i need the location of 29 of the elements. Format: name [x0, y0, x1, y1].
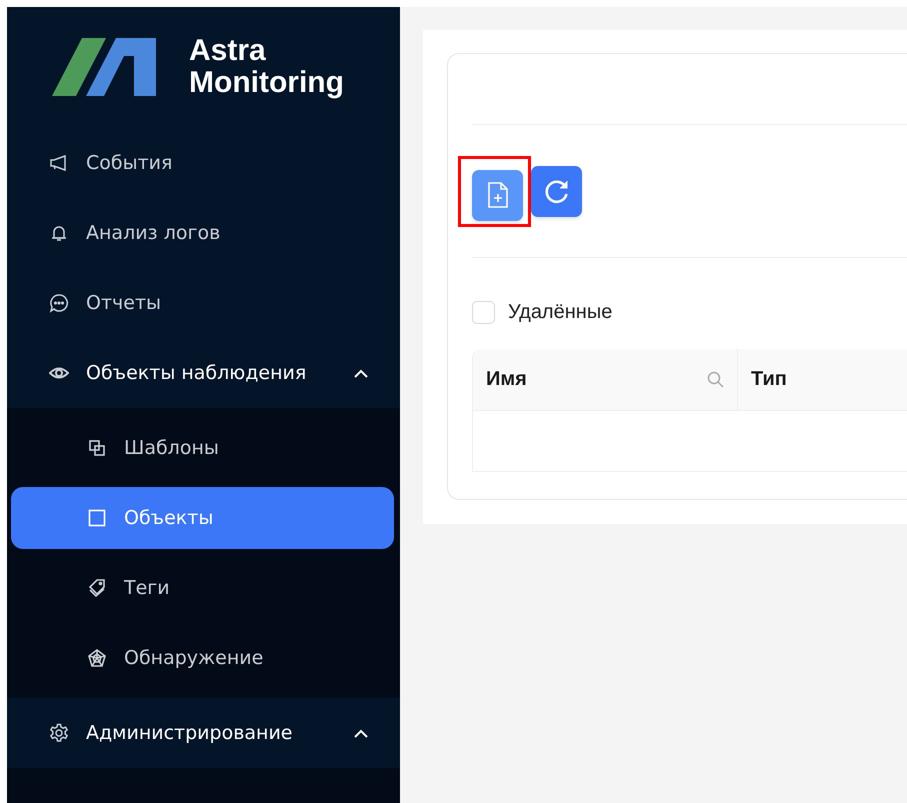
checkbox-label: Удалённые [508, 301, 612, 324]
caret-icon [354, 368, 368, 378]
add-file-button[interactable] [472, 170, 523, 220]
square-icon [88, 509, 106, 527]
nav-item[interactable]: Шаблоны [11, 417, 394, 479]
refresh-icon [544, 178, 570, 204]
nav-item[interactable]: Анализ логов [7, 198, 400, 268]
nav-item[interactable]: Объекты наблюдения [7, 338, 400, 408]
nav-item[interactable]: Отчеты [7, 268, 400, 338]
refresh-button[interactable] [531, 166, 582, 216]
copy-icon [88, 439, 106, 457]
search-icon[interactable] [707, 371, 724, 388]
tag-icon [88, 579, 106, 597]
logo-text: Astra Monitoring [189, 35, 344, 99]
logo-icon [52, 38, 156, 96]
megaphone-icon [49, 153, 69, 173]
radar-icon [88, 649, 106, 667]
checkbox[interactable] [472, 301, 495, 324]
nav-item[interactable]: Теги [11, 557, 394, 619]
chat-icon [49, 293, 69, 313]
add-file-icon [486, 182, 508, 208]
nav-item[interactable]: События [7, 128, 400, 198]
column-title: Имя [486, 368, 527, 391]
settings-icon [49, 723, 69, 743]
nav-item[interactable]: Обнаружение [11, 627, 394, 689]
nav-item[interactable]: Объекты [11, 487, 394, 549]
column-title: Тип [751, 368, 787, 391]
nav-item[interactable]: Администрирование [7, 698, 400, 768]
caret-icon [354, 728, 368, 738]
